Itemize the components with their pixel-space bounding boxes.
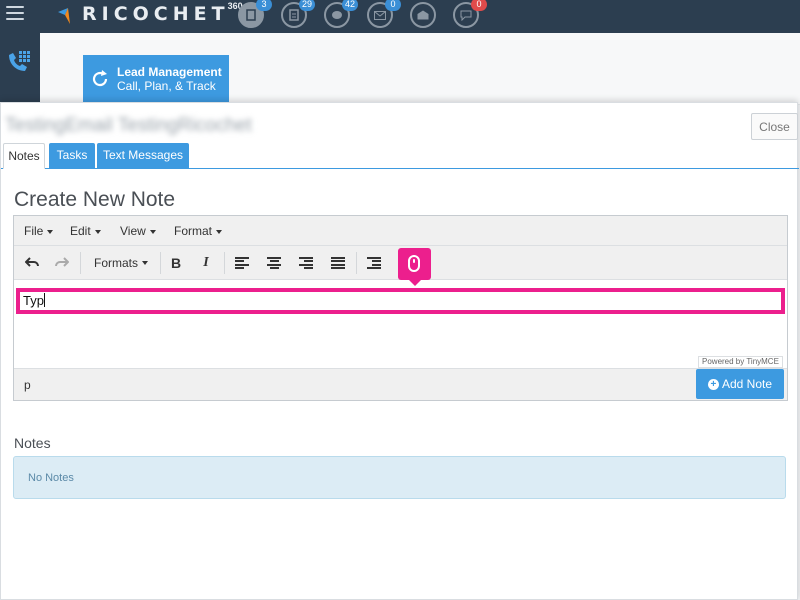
notes-section-title: Notes bbox=[14, 435, 51, 451]
add-note-label: Add Note bbox=[721, 377, 773, 391]
chevron-down-icon bbox=[47, 229, 54, 234]
tab-text-messages[interactable]: Text Messages bbox=[97, 143, 189, 169]
logo-text: RICOCHET bbox=[82, 3, 230, 25]
hamburger-menu-icon[interactable] bbox=[6, 6, 24, 20]
document-icon[interactable]: 3 bbox=[238, 0, 272, 28]
toolbar-separator bbox=[80, 252, 81, 274]
empty-notes-message: No Notes bbox=[28, 472, 74, 484]
create-note-title: Create New Note bbox=[14, 188, 176, 211]
add-note-button[interactable]: + Add Note bbox=[696, 369, 784, 399]
editor-menubar: File Edit View Format bbox=[14, 216, 787, 246]
panel-tabs: Notes Tasks Text Messages bbox=[1, 141, 799, 169]
outdent-icon[interactable] bbox=[366, 254, 382, 272]
lead-card-subtitle: Call, Plan, & Track bbox=[117, 79, 216, 93]
menu-view[interactable]: View bbox=[120, 224, 156, 238]
menu-file[interactable]: File bbox=[24, 224, 54, 238]
lead-header-strip: Lead Management Call, Plan, & Track bbox=[40, 33, 800, 105]
plus-circle-icon: + bbox=[707, 378, 719, 390]
chevron-down-icon bbox=[216, 229, 223, 234]
left-rail bbox=[0, 33, 40, 105]
menu-format-label: Format bbox=[174, 224, 213, 238]
toolbar-separator bbox=[224, 252, 225, 274]
notes-list: No Notes bbox=[13, 456, 786, 499]
note-text-value: Typ bbox=[23, 293, 44, 308]
formats-dropdown[interactable]: Formats bbox=[90, 254, 152, 272]
redo-icon[interactable] bbox=[54, 254, 70, 272]
nav-icon-group: 3 29 42 0 0 bbox=[238, 0, 496, 28]
chat-icon[interactable]: 42 bbox=[324, 0, 358, 28]
refresh-icon bbox=[90, 69, 110, 89]
contact-name: TestingEmail TestingRicochet bbox=[5, 115, 252, 136]
close-button[interactable]: Close bbox=[751, 113, 798, 140]
chevron-down-icon bbox=[149, 229, 156, 234]
note-text: Typ bbox=[23, 293, 45, 308]
toolbar-separator bbox=[160, 252, 161, 274]
tab-notes[interactable]: Notes bbox=[3, 143, 45, 169]
tab-tasks[interactable]: Tasks bbox=[49, 143, 95, 169]
powered-by-label[interactable]: Powered by TinyMCE bbox=[698, 356, 783, 368]
mouse-click-indicator bbox=[398, 248, 431, 286]
speech-bubble-icon[interactable]: 0 bbox=[453, 0, 487, 28]
chevron-down-icon bbox=[142, 261, 148, 265]
align-center-icon[interactable] bbox=[266, 254, 282, 272]
menu-edit-label: Edit bbox=[70, 224, 91, 238]
mouse-icon bbox=[408, 255, 420, 272]
align-left-icon[interactable] bbox=[234, 254, 250, 272]
formats-label: Formats bbox=[93, 256, 138, 270]
top-navbar: RICOCHET 360 3 29 42 0 0 bbox=[0, 0, 800, 33]
ricochet-logo-icon bbox=[56, 4, 76, 24]
align-right-icon[interactable] bbox=[298, 254, 314, 272]
element-path[interactable]: p bbox=[24, 378, 31, 392]
note-content-area[interactable]: Typ bbox=[16, 288, 785, 314]
mail-badge: 0 bbox=[385, 0, 401, 11]
bold-button[interactable]: B bbox=[168, 254, 184, 272]
rich-text-editor: File Edit View Format Formats B I Typ Po… bbox=[13, 215, 788, 401]
italic-button[interactable]: I bbox=[198, 254, 214, 272]
lead-management-card[interactable]: Lead Management Call, Plan, & Track bbox=[83, 55, 229, 102]
contact-panel: TestingEmail TestingRicochet Close Notes… bbox=[0, 102, 799, 600]
editor-statusbar: p + Add Note bbox=[14, 368, 787, 400]
chevron-down-icon bbox=[94, 229, 101, 234]
report-badge: 29 bbox=[298, 0, 315, 11]
menu-format[interactable]: Format bbox=[174, 224, 223, 238]
menu-view-label: View bbox=[120, 224, 146, 238]
mail-icon[interactable]: 0 bbox=[367, 0, 401, 28]
envelope-open-icon[interactable] bbox=[410, 2, 436, 28]
phone-dialpad-icon[interactable] bbox=[6, 49, 32, 81]
report-icon[interactable]: 29 bbox=[281, 0, 315, 28]
speech-bubble-badge: 0 bbox=[471, 0, 487, 11]
text-cursor bbox=[43, 293, 45, 307]
undo-icon[interactable] bbox=[24, 254, 40, 272]
document-badge: 3 bbox=[256, 0, 272, 11]
lead-card-title: Lead Management bbox=[117, 65, 222, 79]
menu-file-label: File bbox=[24, 224, 44, 238]
toolbar-separator bbox=[356, 252, 357, 274]
align-justify-icon[interactable] bbox=[330, 254, 346, 272]
app-logo[interactable]: RICOCHET 360 bbox=[56, 1, 243, 26]
chat-badge: 42 bbox=[341, 0, 358, 11]
menu-edit[interactable]: Edit bbox=[70, 224, 101, 238]
